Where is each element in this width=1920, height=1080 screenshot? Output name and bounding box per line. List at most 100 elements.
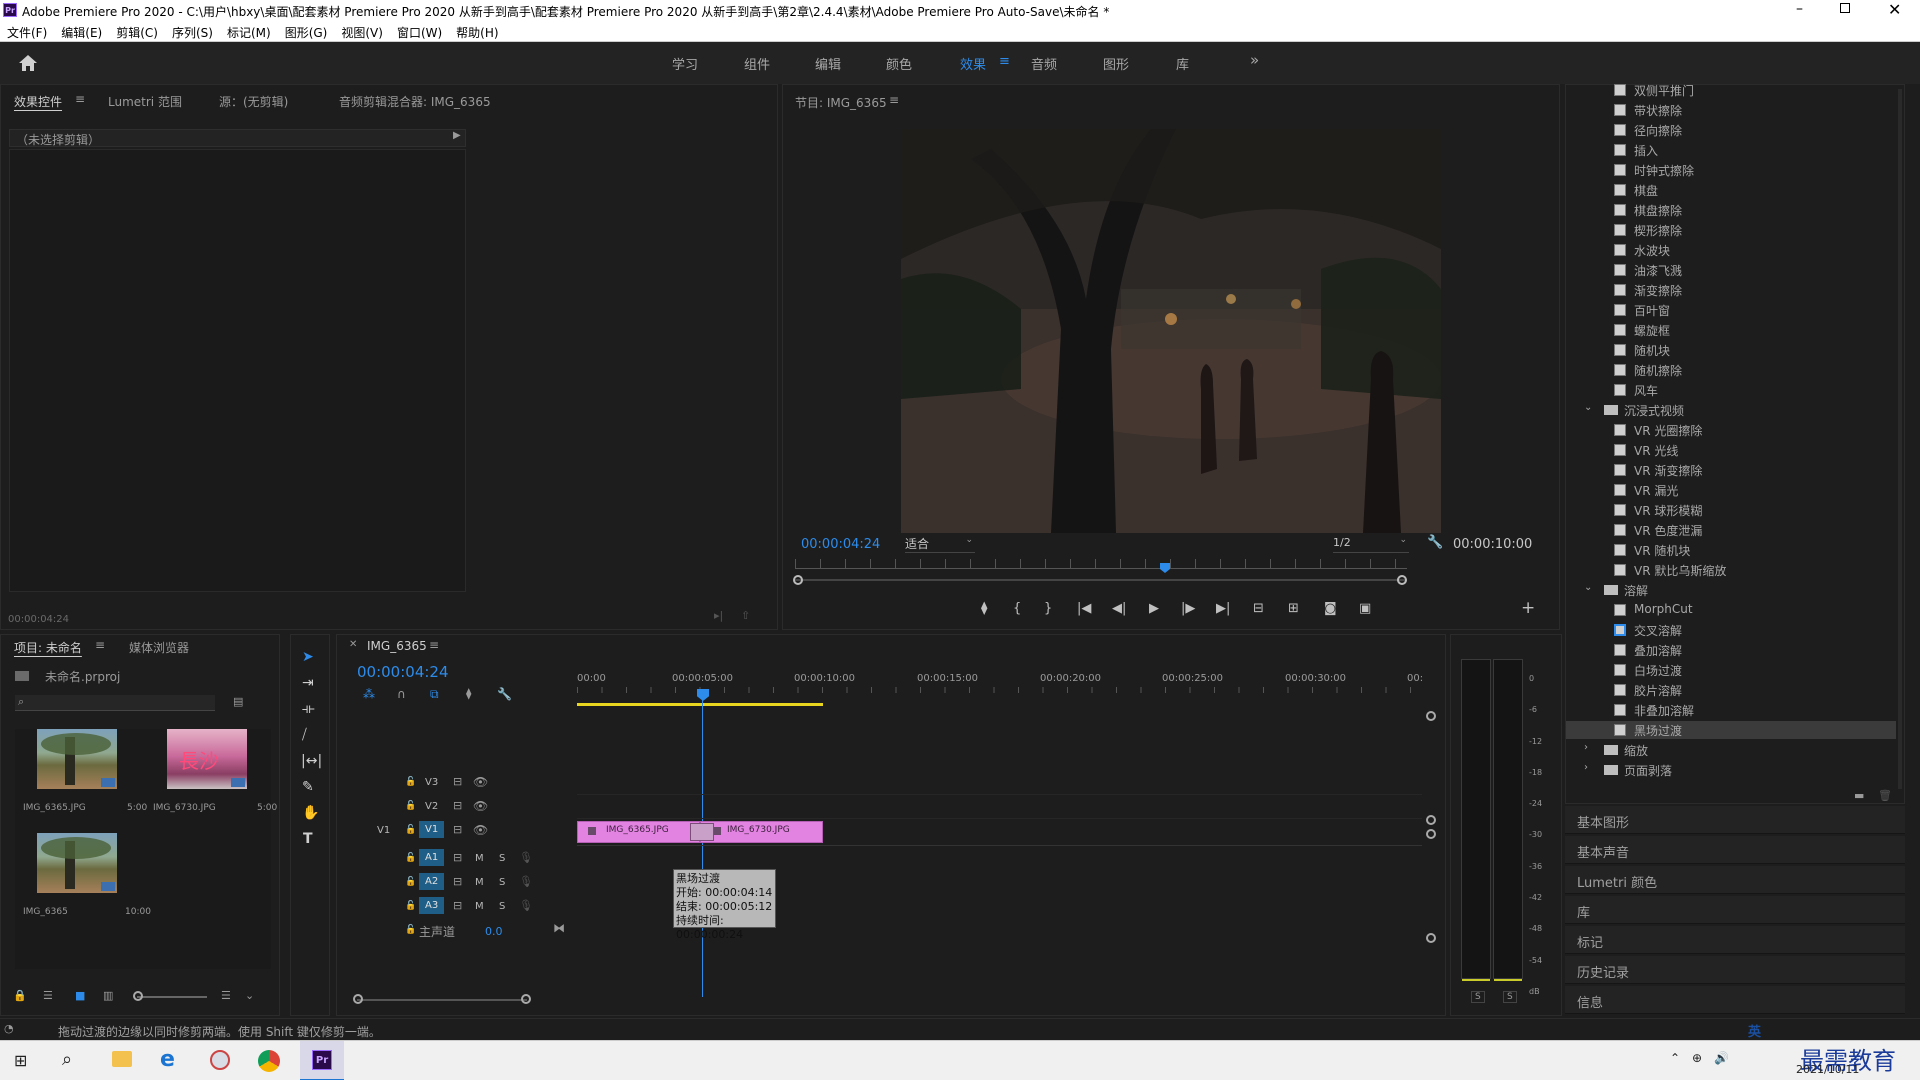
timeline-menu-icon[interactable]: ≡ — [429, 638, 439, 652]
type-tool-icon[interactable]: T — [303, 831, 313, 847]
mute-button[interactable]: M — [475, 877, 484, 888]
effects-item[interactable]: 风车 — [1566, 381, 1896, 399]
transition-block[interactable] — [690, 823, 714, 841]
windows-start-icon[interactable]: ⊞ — [14, 1051, 27, 1070]
solo-left-button[interactable]: S — [1471, 991, 1485, 1003]
effects-item[interactable]: 随机擦除 — [1566, 361, 1896, 379]
fit-dropdown[interactable]: 适合 ⌄ — [905, 535, 975, 553]
menu-clip[interactable]: 剪辑(C) — [109, 22, 165, 43]
chevron-down-icon[interactable]: ⌄ — [1584, 402, 1592, 413]
effects-item[interactable]: 交叉溶解 — [1566, 621, 1896, 639]
minimize-button[interactable]: – — [1796, 1, 1810, 19]
tray-chevron-icon[interactable]: ⌃ — [1670, 1051, 1680, 1065]
menu-view[interactable]: 视图(V) — [334, 22, 390, 43]
eye-icon[interactable]: 👁 — [473, 775, 488, 789]
project-menu-icon[interactable]: ≡ — [95, 638, 105, 652]
menu-edit[interactable]: 编辑(E) — [54, 22, 109, 43]
workspace-learn[interactable]: 学习 — [672, 54, 698, 73]
effects-item[interactable]: 白场过渡 — [1566, 661, 1896, 679]
effects-item[interactable]: 渐变擦除 — [1566, 281, 1896, 299]
ripple-edit-tool-icon[interactable]: ⟛ — [302, 701, 315, 717]
scroll-handle-right[interactable] — [1397, 575, 1407, 585]
mute-button[interactable]: M — [475, 901, 484, 912]
section-info[interactable]: 信息 — [1565, 986, 1905, 1014]
track-label-v3[interactable]: V3 — [425, 777, 438, 788]
section-markers[interactable]: 标记 — [1565, 926, 1905, 954]
mic-icon[interactable]: 🎙 — [519, 851, 533, 864]
menu-sequence[interactable]: 序列(S) — [165, 22, 220, 43]
project-item[interactable]: 長沙 IMG_6730.JPG 5:00 — [153, 729, 277, 813]
menu-help[interactable]: 帮助(H) — [449, 22, 505, 43]
razor-tool-icon[interactable]: ⧸ — [302, 727, 307, 743]
effects-item[interactable]: MorphCut — [1566, 601, 1896, 619]
workspace-color[interactable]: 颜色 — [886, 54, 912, 73]
effects-item[interactable]: 带状擦除 — [1566, 101, 1896, 119]
chevron-down-icon[interactable]: ⌄ — [245, 989, 254, 1002]
timeline-timecode[interactable]: 00:00:04:24 — [357, 663, 449, 681]
lock-icon[interactable]: 🔓 — [405, 825, 416, 835]
extract-icon[interactable]: ⊞ — [1288, 601, 1299, 616]
share-icon[interactable]: ⇧ — [741, 609, 750, 622]
lift-icon[interactable]: ⊟ — [1253, 601, 1264, 616]
track-label-a1[interactable]: A1 — [419, 849, 445, 866]
section-history[interactable]: 历史记录 — [1565, 956, 1905, 984]
sync-lock-icon[interactable]: ⊟ — [453, 775, 462, 788]
section-essential-graphics[interactable]: 基本图形 — [1565, 806, 1905, 834]
effects-item[interactable]: 非叠加溶解 — [1566, 701, 1896, 719]
add-marker-icon[interactable]: ⧫ — [981, 601, 987, 616]
timeline-settings-icon[interactable]: 🔧 — [497, 687, 512, 701]
step-back-icon[interactable]: ◀| — [1112, 601, 1126, 616]
mark-in-icon[interactable]: { — [1013, 601, 1021, 616]
tab-effect-controls[interactable]: 效果控件 — [14, 93, 62, 110]
lock-icon[interactable]: 🔓 — [405, 901, 416, 911]
icon-view-icon[interactable]: ■ — [75, 989, 85, 1002]
workspace-assembly[interactable]: 组件 — [744, 54, 770, 73]
effects-item[interactable]: 黑场过渡 — [1566, 721, 1896, 739]
effects-item[interactable]: 棋盘 — [1566, 181, 1896, 199]
snap-icon[interactable]: ∩ — [397, 687, 406, 701]
effects-item[interactable]: VR 光圈擦除 — [1566, 421, 1896, 439]
pen-tool-icon[interactable]: ✎ — [302, 779, 314, 795]
expand-arrow-icon[interactable]: ▶ — [453, 130, 461, 141]
volume-icon[interactable]: 🔊 — [1714, 1051, 1729, 1065]
effects-item[interactable]: 百叶窗 — [1566, 301, 1896, 319]
source-patch-v1[interactable]: V1 — [377, 825, 390, 836]
lock-icon[interactable]: 🔓 — [405, 877, 416, 887]
track-label-v2[interactable]: V2 — [425, 801, 438, 812]
slip-tool-icon[interactable]: |↔| — [301, 753, 322, 769]
workspace-menu-icon[interactable]: ≡ — [999, 54, 1010, 69]
solo-button[interactable]: S — [499, 853, 505, 864]
maximize-button[interactable] — [1840, 3, 1850, 13]
lock-icon[interactable]: 🔓 — [405, 777, 416, 787]
timeline-clip[interactable]: IMG_6730.JPG — [700, 821, 823, 843]
workspace-audio[interactable]: 音频 — [1031, 54, 1057, 73]
go-to-in-icon[interactable]: |◀ — [1077, 601, 1091, 616]
workspace-effects[interactable]: 效果 — [960, 54, 986, 73]
section-essential-sound[interactable]: 基本声音 — [1565, 836, 1905, 864]
step-forward-icon[interactable]: |▶ — [1181, 601, 1195, 616]
search-icon[interactable]: ⌕ — [62, 1049, 72, 1070]
effects-item[interactable]: 棋盘擦除 — [1566, 201, 1896, 219]
mute-button[interactable]: M — [475, 853, 484, 864]
track-label-a2[interactable]: A2 — [419, 873, 445, 890]
delete-icon[interactable]: 🗑 — [1878, 789, 1892, 802]
effects-item[interactable]: VR 随机块 — [1566, 541, 1896, 559]
effects-item[interactable]: 随机块 — [1566, 341, 1896, 359]
edge-browser-icon[interactable]: e — [160, 1047, 175, 1072]
effects-item[interactable]: VR 光线 — [1566, 441, 1896, 459]
home-icon[interactable] — [18, 54, 38, 72]
premiere-taskbar-icon[interactable]: Pr — [300, 1041, 344, 1080]
effects-folder[interactable]: › 缩放 — [1566, 741, 1896, 759]
master-volume-value[interactable]: 0.0 — [485, 925, 503, 938]
menu-window[interactable]: 窗口(W) — [390, 22, 449, 43]
menu-file[interactable]: 文件(F) — [0, 22, 54, 43]
ime-indicator[interactable]: 英 — [1748, 1021, 1761, 1040]
menu-markers[interactable]: 标记(M) — [220, 22, 278, 43]
timeline-playhead[interactable] — [697, 689, 709, 701]
effects-item[interactable]: 叠加溶解 — [1566, 641, 1896, 659]
effects-item[interactable]: VR 默比乌斯缩放 — [1566, 561, 1896, 579]
effects-item[interactable]: 油漆飞溅 — [1566, 261, 1896, 279]
effects-scrollbar[interactable] — [1898, 89, 1902, 789]
solo-right-button[interactable]: S — [1503, 991, 1517, 1003]
tab-project[interactable]: 项目: 未命名 — [14, 639, 82, 656]
